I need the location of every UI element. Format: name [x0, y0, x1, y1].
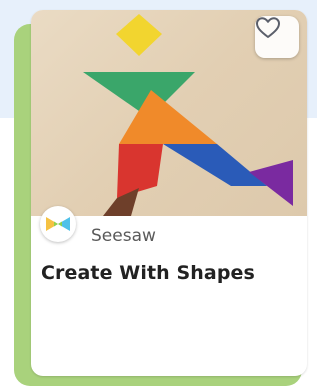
seesaw-logo-icon: [40, 206, 76, 242]
heart-outline-icon: [256, 17, 280, 38]
activity-title[interactable]: Create With Shapes: [41, 262, 255, 284]
source-label: Seesaw: [91, 226, 156, 246]
activity-thumbnail[interactable]: [31, 10, 307, 216]
favorite-button[interactable]: [255, 16, 299, 58]
activity-card[interactable]: Seesaw Create With Shapes: [31, 10, 307, 376]
